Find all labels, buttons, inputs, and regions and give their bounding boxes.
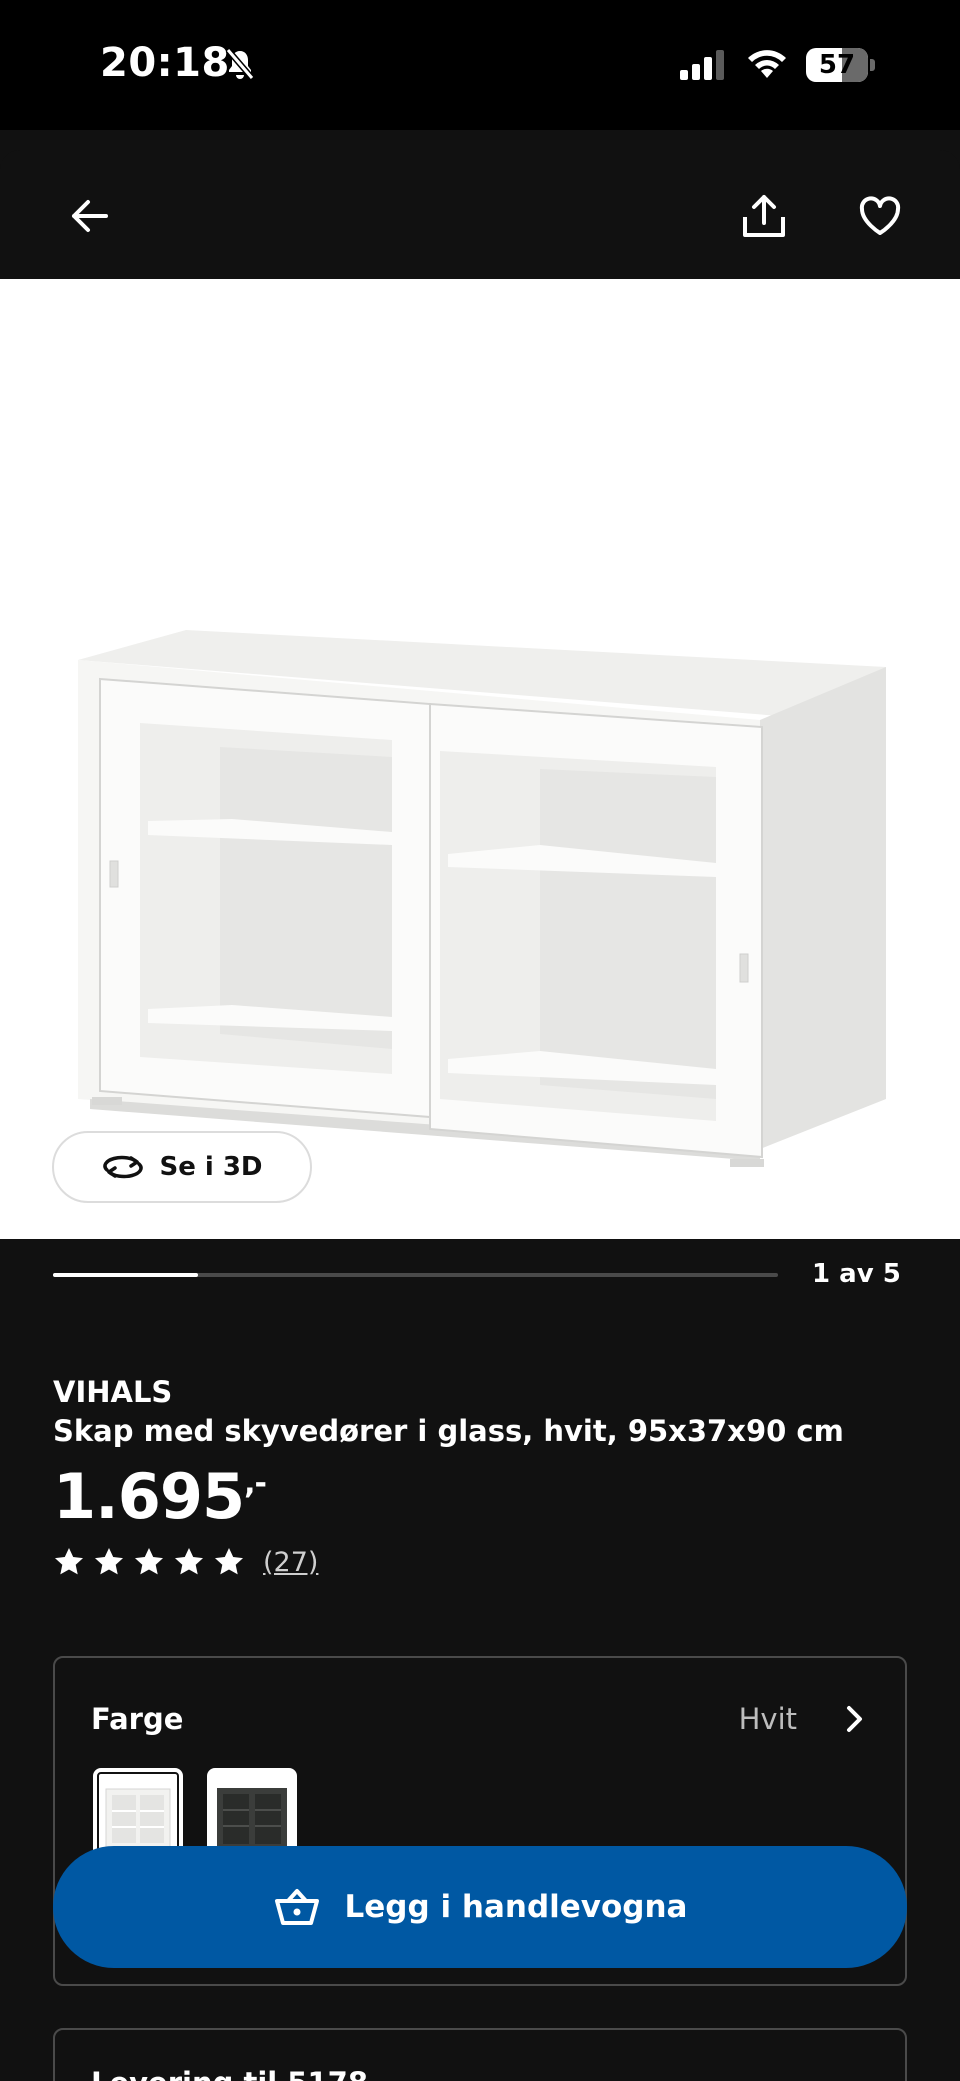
arrow-left-icon bbox=[72, 200, 108, 232]
star-icon bbox=[135, 1548, 163, 1575]
nav-bar bbox=[0, 150, 960, 280]
bell-muted-icon bbox=[225, 48, 255, 80]
image-counter: 1 av 5 bbox=[812, 1259, 901, 1289]
wifi-icon bbox=[748, 50, 786, 78]
add-to-cart-label: Legg i handlevogna bbox=[344, 1889, 688, 1925]
favorite-button[interactable] bbox=[844, 180, 916, 252]
image-carousel-progress-fill bbox=[53, 1273, 198, 1277]
star-icon bbox=[55, 1548, 83, 1575]
status-time: 20:18 bbox=[100, 40, 230, 86]
share-icon bbox=[743, 195, 785, 237]
product-image[interactable] bbox=[0, 279, 960, 1239]
star-icon bbox=[175, 1548, 203, 1575]
heart-icon bbox=[859, 196, 901, 235]
delivery-card[interactable]: Levering til 5178 bbox=[53, 2028, 907, 2081]
status-bar: 20:18 57 bbox=[0, 0, 960, 130]
price-suffix: ,- bbox=[244, 1466, 267, 1501]
rotate-3d-icon bbox=[103, 1155, 144, 1179]
product-price: 1.695,- bbox=[53, 1460, 267, 1533]
battery-indicator: 57 bbox=[806, 48, 875, 82]
review-count-link[interactable]: (27) bbox=[263, 1547, 318, 1578]
view-in-3d-button[interactable]: Se i 3D bbox=[52, 1131, 312, 1203]
battery-level: 57 bbox=[818, 50, 856, 80]
basket-icon bbox=[274, 1889, 319, 1925]
add-to-cart-button[interactable]: Legg i handlevogna bbox=[53, 1846, 907, 1968]
color-label: Farge bbox=[91, 1702, 184, 1736]
star-icon bbox=[215, 1548, 243, 1575]
delivery-label: Levering til 5178 bbox=[91, 2066, 368, 2081]
selected-color: Hvit bbox=[738, 1702, 797, 1736]
back-button[interactable] bbox=[54, 180, 126, 252]
star-icon bbox=[95, 1548, 123, 1575]
product-description: Skap med skyvedører i glass, hvit, 95x37… bbox=[53, 1414, 844, 1448]
chevron-right-icon[interactable] bbox=[837, 1702, 871, 1736]
image-carousel-progress bbox=[53, 1273, 778, 1277]
share-button[interactable] bbox=[728, 180, 800, 252]
product-brand: VIHALS bbox=[53, 1375, 173, 1409]
price-value: 1.695 bbox=[53, 1460, 245, 1533]
cabinet-illustration bbox=[78, 630, 886, 1167]
view-in-3d-label: Se i 3D bbox=[159, 1152, 263, 1182]
rating[interactable]: (27) bbox=[53, 1546, 318, 1578]
signal-icon bbox=[680, 50, 724, 80]
